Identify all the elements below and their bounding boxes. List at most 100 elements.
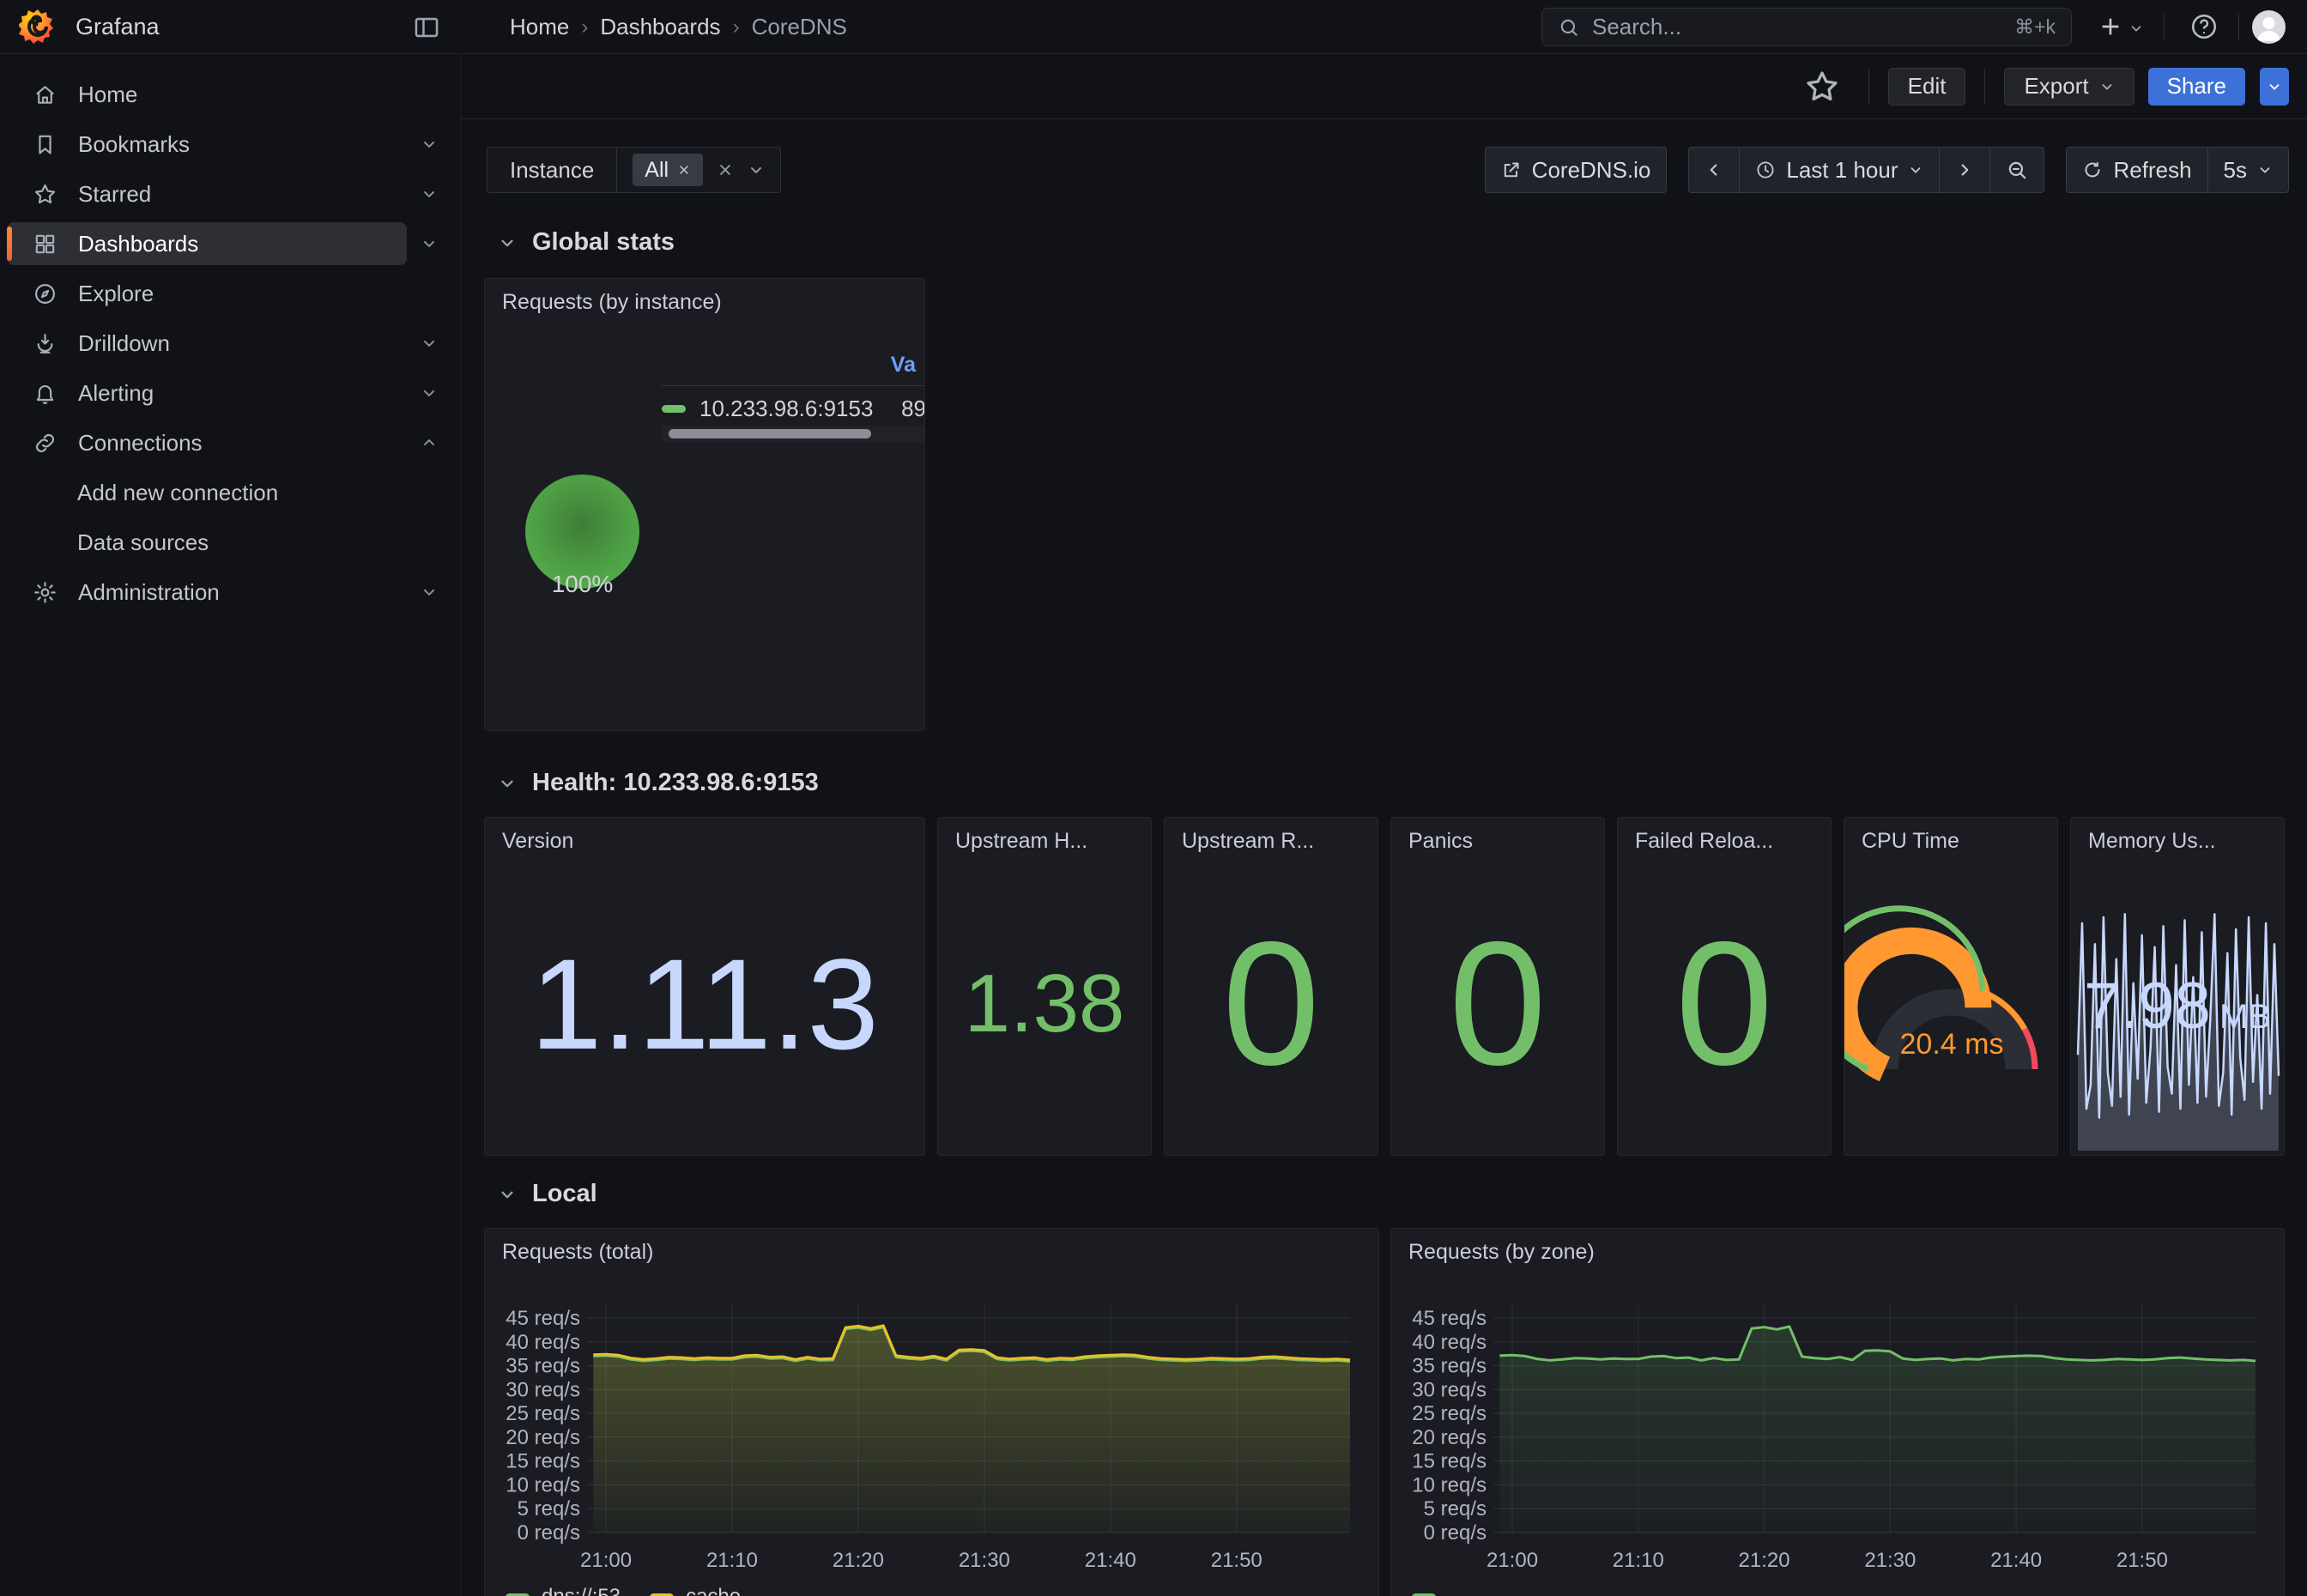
sidebar-item-alerting: Alerting <box>0 368 460 418</box>
add-icon[interactable] <box>2097 13 2124 40</box>
legend-item[interactable]: cache <box>650 1585 741 1596</box>
section-health[interactable]: Health: 10.233.98.6:9153 <box>498 769 819 797</box>
dock-menu-toggle-icon[interactable] <box>412 13 441 42</box>
breadcrumb: Home › Dashboards › CoreDNS <box>510 0 847 54</box>
section-global-stats[interactable]: Global stats <box>498 228 675 257</box>
panel-title[interactable]: Failed Reloa... <box>1635 829 1773 854</box>
zoom-out-button[interactable] <box>1989 148 2044 192</box>
refresh-interval-picker[interactable]: 5s <box>2207 148 2288 192</box>
stat-value: 0 <box>1618 852 1831 1155</box>
grafana-logo-icon <box>19 8 57 45</box>
pie-percent-label: 100% <box>516 571 649 598</box>
svg-text:21:10: 21:10 <box>1613 1549 1664 1572</box>
sidebar-item-link[interactable]: Bookmarks <box>7 123 407 166</box>
chevron-down-icon[interactable] <box>407 322 451 365</box>
refresh-group: Refresh 5s <box>2066 147 2289 193</box>
sidebar-item-data-sources: Data sources <box>0 517 460 567</box>
svg-text:15 req/s: 15 req/s <box>506 1450 580 1473</box>
svg-text:25 req/s: 25 req/s <box>506 1402 580 1425</box>
sidebar-item-label: Dashboards <box>78 231 198 257</box>
coredns-link-button[interactable]: CoreDNS.io <box>1486 148 1667 192</box>
refresh-button[interactable]: Refresh <box>2067 148 2207 192</box>
grafana-app: Grafana Home › Dashboards › CoreDNS Sear… <box>0 0 2307 1596</box>
sidebar-item-add-new-connection: Add new connection <box>0 468 460 517</box>
share-button[interactable]: Share <box>2148 68 2245 106</box>
instance-variable-control: Instance All <box>487 147 781 193</box>
sidebar-item-link[interactable]: Administration <box>7 571 407 614</box>
time-range-group: Last 1 hour <box>1688 147 2044 193</box>
sidebar-item-link[interactable]: Explore <box>7 272 451 315</box>
add-chevron-down-icon[interactable] <box>2128 21 2144 36</box>
search-input[interactable]: Search... ⌘+k <box>1541 8 2072 46</box>
series-label: cache <box>686 1585 741 1596</box>
legend-item[interactable]: dns://:53 <box>506 1585 621 1596</box>
remove-tag-icon[interactable] <box>677 163 691 177</box>
legend-item[interactable]: . <box>1412 1585 1454 1596</box>
chevron-up-icon[interactable] <box>407 421 451 464</box>
chevron-down-icon[interactable] <box>407 222 451 265</box>
panel-title[interactable]: Requests (by instance) <box>502 290 722 315</box>
sidebar-item-link[interactable]: Data sources <box>7 521 451 564</box>
sidebar-item-link[interactable]: Alerting <box>7 372 407 414</box>
svg-text:21:10: 21:10 <box>706 1549 758 1572</box>
sidebar-item-link[interactable]: Starred <box>7 172 407 215</box>
panel-title[interactable]: Version <box>502 829 573 854</box>
panel-title[interactable]: Memory Us... <box>2088 829 2216 854</box>
brand[interactable]: Grafana <box>19 8 160 45</box>
sidebar-item-link[interactable]: Home <box>7 73 451 116</box>
svg-text:0 req/s: 0 req/s <box>518 1521 580 1545</box>
time-back-button[interactable] <box>1689 148 1739 192</box>
stat-value: 0 <box>1165 852 1378 1155</box>
help-icon[interactable] <box>2189 12 2219 41</box>
chevron-down-icon[interactable] <box>407 571 451 614</box>
chevron-down-icon[interactable] <box>407 172 451 215</box>
panel-failed-reloads: Failed Reloa... 0 <box>1617 817 1832 1156</box>
sidebar-item-label: Home <box>78 82 137 108</box>
dashboard-actions-row: Edit Export Share <box>461 54 2307 119</box>
svg-text:35 req/s: 35 req/s <box>1412 1355 1487 1378</box>
panel-upstream-healthy: Upstream H... 1.38 <box>937 817 1152 1156</box>
breadcrumb-dashboards[interactable]: Dashboards <box>600 14 720 40</box>
favorite-star-icon[interactable] <box>1803 68 1841 106</box>
home-icon <box>33 82 58 107</box>
clear-selection-icon[interactable] <box>717 161 734 178</box>
chevron-down-icon[interactable] <box>748 161 765 178</box>
requests-total-chart: 0 req/s5 req/s10 req/s15 req/s20 req/s25… <box>485 1229 1379 1596</box>
chevron-down-icon[interactable] <box>407 123 451 166</box>
chart-legend: dns://:53 cache <box>506 1585 741 1596</box>
dashboard-content: Instance All CoreDNS.io <box>461 119 2307 1596</box>
sidebar-item-link[interactable]: Dashboards <box>7 222 407 265</box>
svg-text:21:40: 21:40 <box>1990 1549 2042 1572</box>
variable-value-box[interactable]: All <box>617 154 780 186</box>
legend-scrollbar[interactable] <box>662 426 925 442</box>
series-swatch <box>506 1593 530 1596</box>
clock-icon <box>1755 160 1776 180</box>
scrollbar-thumb[interactable] <box>669 429 871 438</box>
svg-text:21:50: 21:50 <box>1211 1549 1262 1572</box>
panel-title[interactable]: Upstream R... <box>1182 829 1314 854</box>
breadcrumb-separator: › <box>733 15 740 39</box>
chevron-down-icon <box>2257 162 2273 178</box>
series-label[interactable]: 10.233.98.6:9153 <box>699 396 893 422</box>
export-button[interactable]: Export <box>2004 68 2134 106</box>
edit-button[interactable]: Edit <box>1888 68 1966 106</box>
stat-value: 0 <box>1391 852 1604 1155</box>
sidebar-item-link[interactable]: Add new connection <box>7 471 451 514</box>
avatar[interactable] <box>2252 10 2286 44</box>
section-local[interactable]: Local <box>498 1180 597 1208</box>
chart-legend: . <box>1412 1585 1454 1596</box>
breadcrumb-home[interactable]: Home <box>510 14 569 40</box>
legend-value-header[interactable]: Va <box>662 353 916 378</box>
chevron-down-icon[interactable] <box>407 372 451 414</box>
main-area: Edit Export Share Instance All <box>461 54 2307 1596</box>
sidebar-item-explore: Explore <box>0 269 460 318</box>
variable-label: Instance <box>487 148 617 192</box>
share-chevron-button[interactable] <box>2260 68 2289 106</box>
time-forward-button[interactable] <box>1939 148 1989 192</box>
sidebar-item-link[interactable]: Connections <box>7 421 407 464</box>
panel-title[interactable]: Upstream H... <box>955 829 1087 854</box>
panel-title[interactable]: Panics <box>1408 829 1473 854</box>
variable-tag-all[interactable]: All <box>633 154 703 186</box>
sidebar-item-link[interactable]: Drilldown <box>7 322 407 365</box>
time-range-picker[interactable]: Last 1 hour <box>1739 148 1939 192</box>
